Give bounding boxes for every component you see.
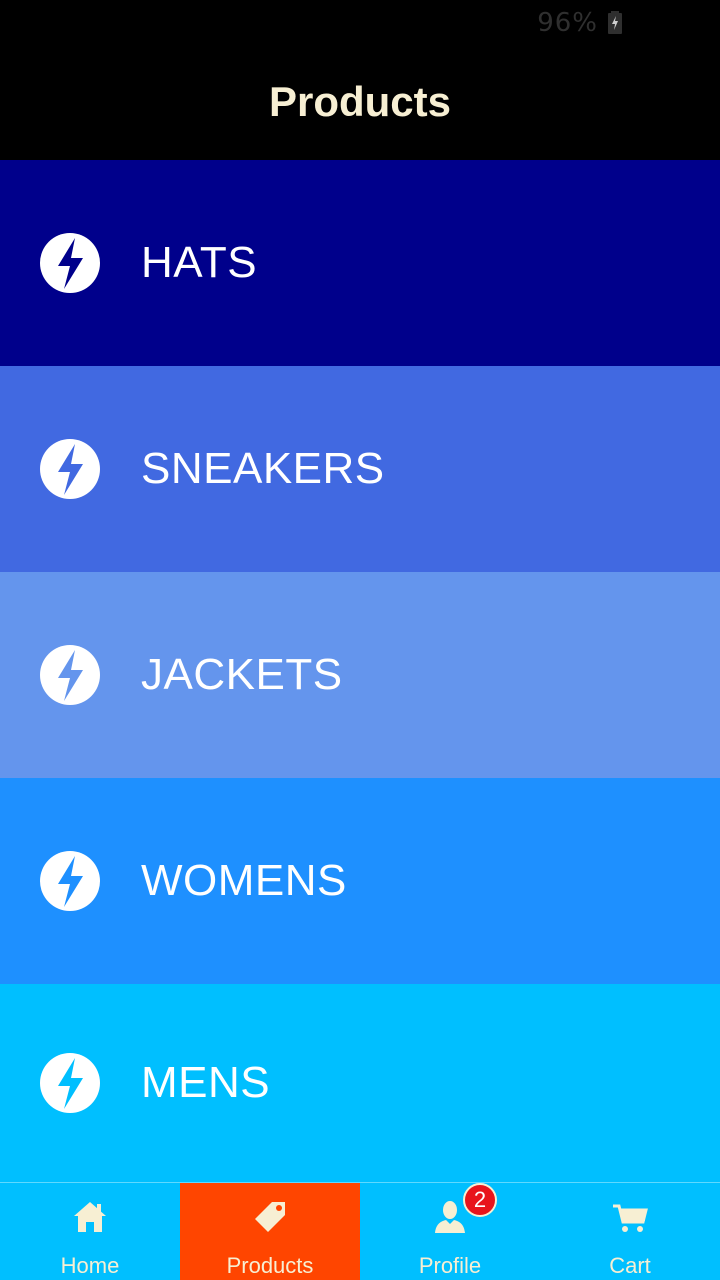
bottom-tab-bar: Home Products Profile Cart 2 (0, 1182, 720, 1280)
category-item-womens[interactable]: WOMENS (0, 778, 720, 984)
app-screen: 96% Products HATS SNEAKERS JACKETS WOMEN… (0, 0, 720, 1280)
category-item-mens[interactable]: MENS (0, 984, 720, 1182)
lightning-bolt-icon (40, 851, 100, 911)
category-label: WOMENS (141, 856, 347, 905)
category-label: MENS (141, 1058, 271, 1107)
category-item-sneakers[interactable]: SNEAKERS (0, 366, 720, 572)
lightning-bolt-icon (40, 233, 100, 293)
page-title: Products (268, 78, 452, 125)
status-bar: 96% (0, 0, 720, 48)
category-label: HATS (141, 238, 258, 287)
lightning-bolt-icon (40, 439, 100, 499)
tab-cart[interactable]: Cart (540, 1183, 720, 1280)
tab-products[interactable]: Products (180, 1183, 360, 1280)
category-label: JACKETS (141, 650, 343, 699)
tab-home[interactable]: Home (0, 1183, 180, 1280)
header-bar: Products (0, 48, 720, 160)
cart-count-badge: 2 (463, 1183, 497, 1217)
lightning-bolt-icon (40, 1053, 100, 1113)
category-item-hats[interactable]: HATS (0, 160, 720, 366)
tab-label: Home (60, 1253, 120, 1278)
tab-label: Products (226, 1253, 314, 1278)
tab-label: Profile (418, 1253, 482, 1278)
category-item-jackets[interactable]: JACKETS (0, 572, 720, 778)
battery-charging-icon (608, 11, 622, 34)
category-label: SNEAKERS (141, 444, 385, 493)
lightning-bolt-icon (40, 645, 100, 705)
cart-icon (613, 1204, 648, 1232)
tab-label: Cart (609, 1253, 651, 1278)
tab-profile[interactable]: Profile (360, 1183, 540, 1280)
tag-icon (255, 1202, 285, 1232)
category-list: HATS SNEAKERS JACKETS WOMENS MENS (0, 160, 720, 1182)
battery-percentage: 96% (537, 8, 598, 38)
home-icon (74, 1202, 106, 1232)
